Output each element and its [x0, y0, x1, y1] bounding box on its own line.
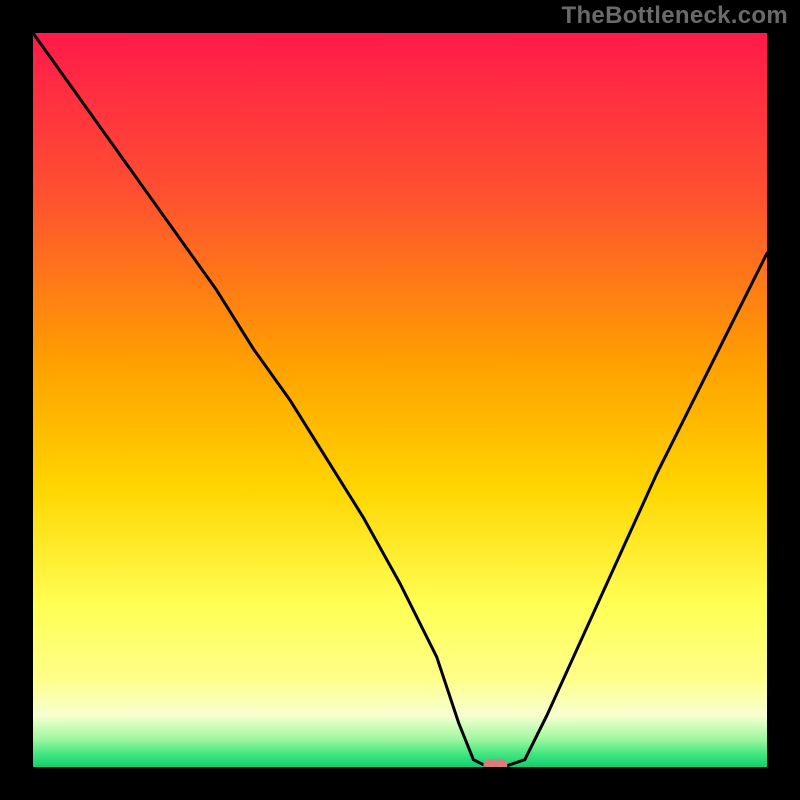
optimal-point-marker [483, 759, 507, 767]
gradient-background [33, 33, 767, 767]
bottleneck-chart-svg [33, 33, 767, 767]
chart-frame: TheBottleneck.com [0, 0, 800, 800]
plot-area [33, 33, 767, 767]
watermark-text: TheBottleneck.com [562, 2, 788, 30]
